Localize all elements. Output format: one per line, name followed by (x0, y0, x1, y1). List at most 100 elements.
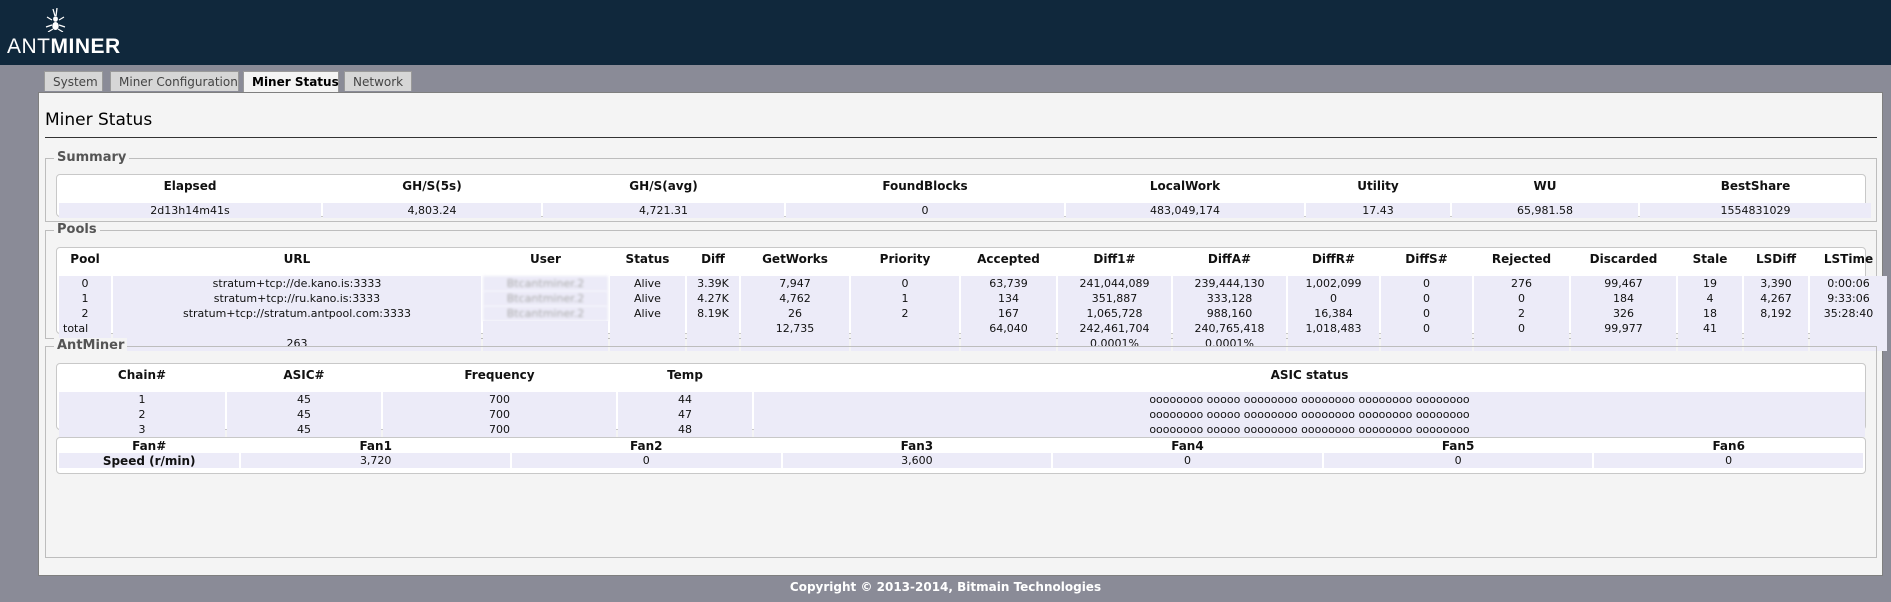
pools-header: Priority (879, 252, 931, 266)
pools-cell: 4 (1678, 291, 1742, 306)
summary-legend: Summary (54, 150, 130, 165)
pools-cell: total (59, 321, 111, 336)
fan-speed-value: 3,600 (782, 453, 1052, 468)
asic-status-cell: oooooooo ooooo oooooooo oooooooo ooooooo… (754, 392, 1865, 407)
page-title: Miner Status (45, 110, 153, 130)
pools-cell: 1,002,099 (1288, 276, 1379, 291)
tab-network[interactable]: Network (344, 71, 412, 91)
pools-cell: 9:33:06 (1810, 291, 1887, 306)
summary-header: Elapsed (163, 179, 217, 193)
pools-header: LSDiff (1755, 252, 1797, 266)
pools-cell: 184 (1571, 291, 1676, 306)
pools-cell: 18 (1678, 306, 1742, 321)
pools-header: Discarded (1589, 252, 1658, 266)
copyright-footer: Copyright © 2013-2014, Bitmain Technolog… (789, 580, 1102, 594)
table-row: 3 45 700 48 oooooooo ooooo oooooooo oooooooo… (59, 422, 1865, 437)
pools-cell: 0 (851, 276, 959, 291)
pools-header: GetWorks (762, 252, 828, 266)
summary-utility: 17.43 (1306, 203, 1450, 218)
pools-cell: 241,044,089 (1058, 276, 1171, 291)
pools-header: LSTime (1823, 252, 1874, 266)
table-row: Speed (r/min) 3,720 0 3,600 0 0 0 (59, 453, 1863, 468)
brand-name: ANTMINER (7, 35, 121, 58)
summary-header: GH/S(avg) (629, 179, 698, 193)
fan-header: Fan5 (1441, 438, 1475, 453)
pools-box: Pool URL User Status Diff GetWorks Priority Acc… (56, 247, 1887, 351)
summary-header: FoundBlocks (882, 179, 968, 193)
pools-table: Pool URL User Status Diff GetWorks Priority Acc… (57, 248, 1889, 351)
pools-cell: Alive (610, 291, 685, 306)
chain-cell: 2 (59, 407, 225, 422)
pools-cell (1810, 321, 1887, 336)
table-row: 2 stratum+tcp://stratum.antpool.com:3333 B… (59, 306, 1887, 321)
pools-cell: 35:28:40 (1810, 306, 1887, 321)
pools-cell: 326 (1571, 306, 1676, 321)
fan-speed-value: 3,720 (241, 453, 510, 468)
pools-header: Diff1# (1093, 252, 1136, 266)
summary-table: Elapsed GH/S(5s) GH/S(avg) FoundBlocks L… (57, 175, 1873, 218)
summary-elapsed: 2d13h14m41s (59, 203, 321, 218)
pools-cell: 41 (1678, 321, 1742, 336)
tab-miner-configuration[interactable]: Miner Configuration (110, 71, 239, 91)
pools-cell: 26 (741, 306, 849, 321)
pools-header: User (530, 252, 561, 266)
pools-cell: 239,444,130 (1173, 276, 1286, 291)
tab-miner-status[interactable]: Miner Status (243, 71, 339, 93)
pools-cell: 12,735 (741, 321, 849, 336)
pools-cell (113, 321, 481, 336)
chain-header: ASIC# (283, 368, 325, 382)
pools-header: Stale (1692, 252, 1728, 266)
pools-cell: 0 (1381, 321, 1472, 336)
fan-table: Fan# Fan1 Fan2 Fan3 Fan4 Fan5 Fan6 Speed (r/mi… (57, 438, 1865, 468)
pools-cell: 19 (1678, 276, 1742, 291)
summary-ghs-5s: 4,803.24 (323, 203, 541, 218)
fan-header: Fan1 (359, 438, 392, 453)
pools-cell: 99,977 (1571, 321, 1676, 336)
pools-cell: 0 (59, 276, 111, 291)
summary-header: BestShare (1720, 179, 1791, 193)
asic-status-cell: oooooooo ooooo oooooooo oooooooo ooooooo… (754, 422, 1865, 437)
pools-cell: stratum+tcp://stratum.antpool.com:3333 (113, 306, 481, 321)
chain-cell: 700 (383, 392, 616, 407)
pools-cell: 0 (1288, 291, 1379, 306)
pools-cell: 351,887 (1058, 291, 1171, 306)
pools-cell: 2 (851, 306, 959, 321)
pools-cell: 16,384 (1288, 306, 1379, 321)
pools-cell: 99,467 (1571, 276, 1676, 291)
chain-cell: 45 (227, 392, 381, 407)
tab-system[interactable]: System (44, 71, 103, 91)
chain-header: ASIC status (1270, 368, 1349, 382)
pools-cell: 63,739 (961, 276, 1056, 291)
header-bar: ANTMINER (0, 0, 1891, 65)
pools-cell: 8.19K (687, 306, 739, 321)
fan-speed-value: 0 (1594, 453, 1863, 468)
fan-speed-value: 0 (511, 453, 781, 468)
pools-cell: 8,192 (1744, 306, 1808, 321)
summary-local-work: 483,049,174 (1066, 203, 1304, 218)
pools-cell: 4,267 (1744, 291, 1808, 306)
pools-cell (851, 321, 959, 336)
pools-cell: 1,018,483 (1288, 321, 1379, 336)
summary-section: Summary Elapsed GH/S(5s) GH/S(avg) Found… (45, 150, 1877, 222)
chain-cell: 48 (618, 422, 752, 437)
pools-cell: 2 (1474, 306, 1569, 321)
pools-cell: 240,765,418 (1173, 321, 1286, 336)
fan-header: Fan4 (1171, 438, 1204, 453)
chain-cell: 47 (618, 407, 752, 422)
pools-cell: 0 (1474, 321, 1569, 336)
pools-header: Accepted (977, 252, 1040, 266)
summary-found-blocks: 0 (786, 203, 1064, 218)
pools-cell: 4.27K (687, 291, 739, 306)
pools-cell: stratum+tcp://ru.kano.is:3333 (113, 291, 481, 306)
pools-cell (610, 321, 685, 336)
pools-cell: 242,461,704 (1058, 321, 1171, 336)
pools-cell: 3,390 (1744, 276, 1808, 291)
pools-cell (687, 321, 739, 336)
pools-cell: 2 (59, 306, 111, 321)
pools-cell (1744, 321, 1808, 336)
summary-box: Elapsed GH/S(5s) GH/S(avg) FoundBlocks L… (56, 174, 1871, 218)
summary-header: GH/S(5s) (402, 179, 462, 193)
summary-header: Utility (1357, 179, 1399, 193)
fan-speed-value: 0 (1053, 453, 1322, 468)
pools-cell (483, 321, 608, 336)
